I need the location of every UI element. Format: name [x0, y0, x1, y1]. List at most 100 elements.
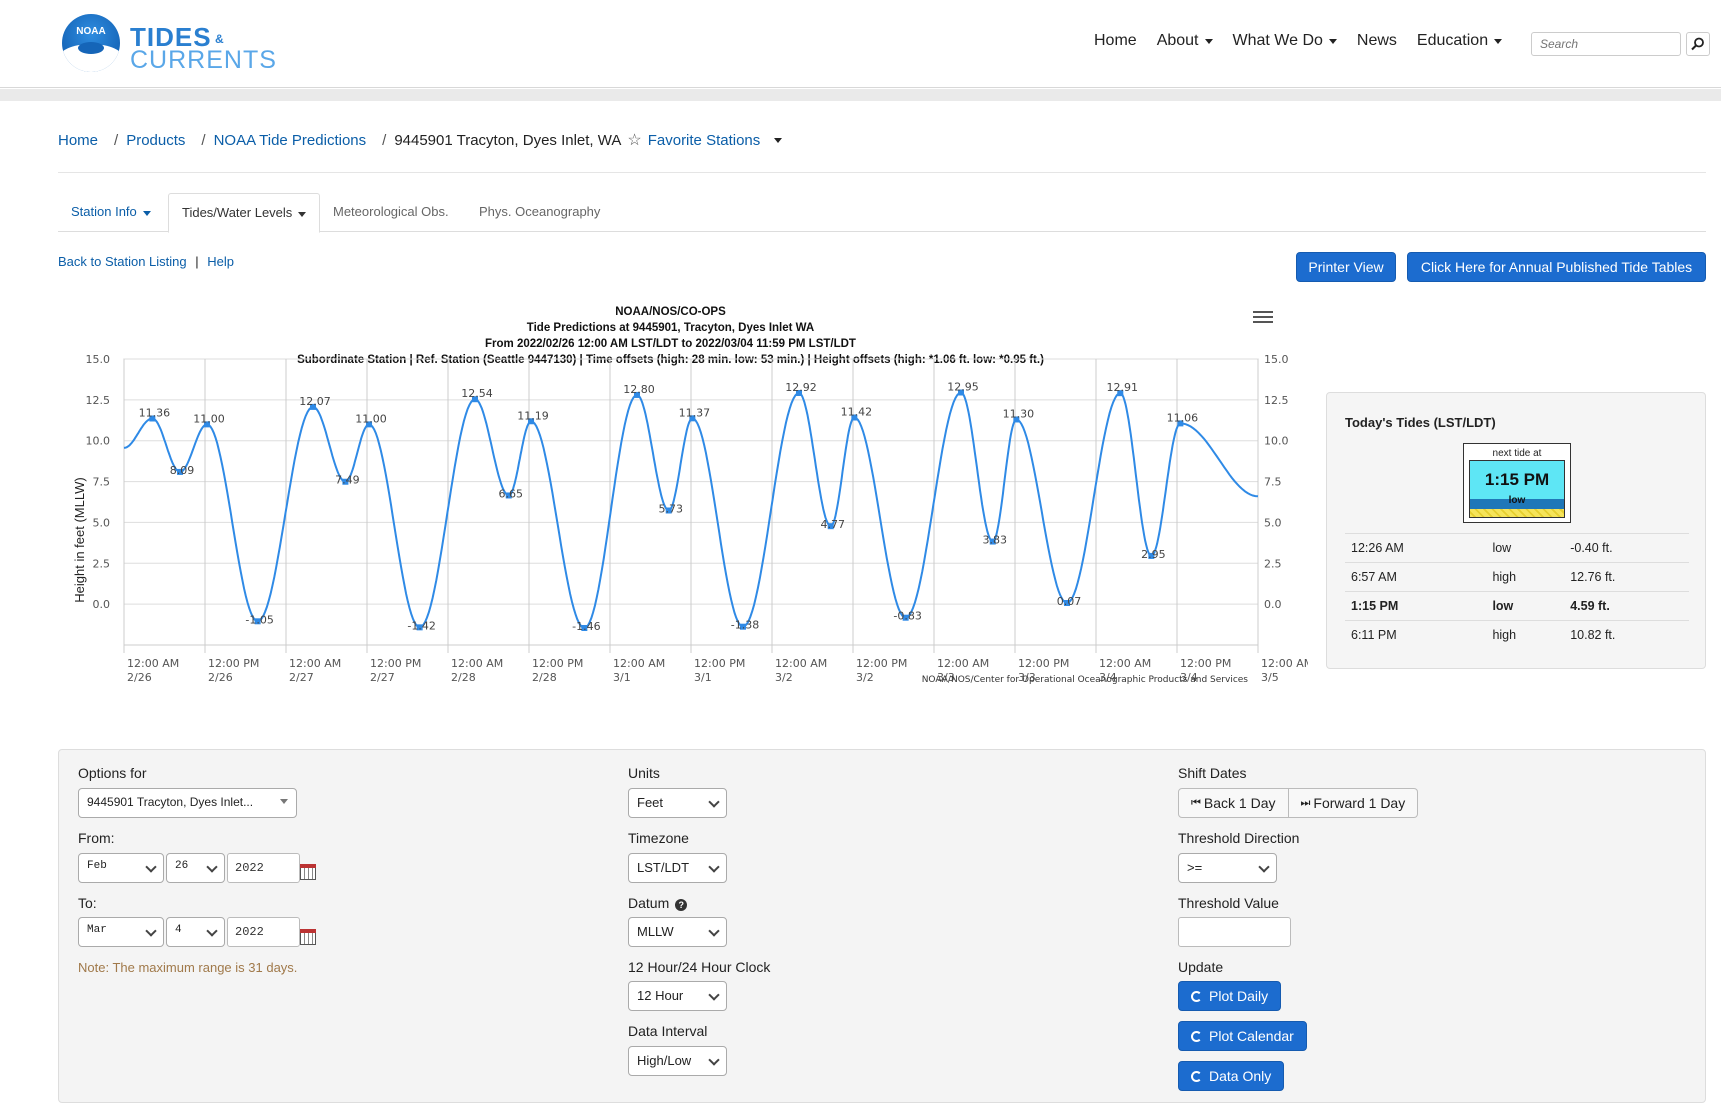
todays-tides-title: Today's Tides (LST/LDT): [1345, 415, 1496, 430]
from-year-input[interactable]: 2022: [227, 853, 300, 883]
x-tick-label-date: 3/1: [613, 671, 631, 684]
tide-row: 6:57 AM high 12.76 ft.: [1345, 562, 1689, 592]
from-month-select[interactable]: Feb: [78, 853, 164, 883]
chevron-down-icon: [280, 799, 288, 804]
noaa-logo-icon: NOAA: [62, 14, 120, 72]
printer-view-button[interactable]: Printer View: [1296, 252, 1396, 282]
y-tick-label: 7.5: [93, 476, 111, 489]
tides-currents-logo[interactable]: NOAA TIDES & CURRENTS: [60, 12, 330, 76]
breadcrumb-products[interactable]: Products: [126, 132, 185, 149]
to-day-select[interactable]: 4: [166, 917, 225, 947]
clock-label: 12 Hour/24 Hour Clock: [628, 959, 771, 975]
datum-select[interactable]: MLLW: [628, 917, 727, 947]
data-interval-label: Data Interval: [628, 1023, 708, 1039]
x-tick-label-time: 12:00 AM: [613, 657, 665, 670]
station-select[interactable]: 9445901 Tracyton, Dyes Inlet...: [78, 788, 297, 818]
chevron-down-icon: [1494, 38, 1503, 44]
breadcrumb-tide-predictions[interactable]: NOAA Tide Predictions: [214, 132, 367, 149]
max-range-note: Note: The maximum range is 31 days.: [78, 960, 298, 975]
nav-what-we-do[interactable]: What We Do: [1233, 32, 1337, 50]
data-point-label: 11.06: [1167, 411, 1199, 424]
calendar-icon[interactable]: [300, 929, 316, 945]
tab-station-info[interactable]: Station Info: [58, 193, 164, 232]
chevron-down-icon: [708, 796, 720, 808]
threshold-value-input[interactable]: [1178, 917, 1291, 947]
y-tick-label: 0.0: [93, 598, 111, 611]
data-point-label: 11.36: [139, 406, 171, 419]
nav-about[interactable]: About: [1157, 32, 1213, 50]
nav-home[interactable]: Home: [1094, 32, 1137, 50]
next-tide-label: next tide at: [1492, 448, 1542, 459]
data-point-label: 11.00: [355, 412, 387, 425]
help-icon[interactable]: ?: [675, 899, 688, 911]
search-input[interactable]: [1531, 32, 1681, 56]
annual-tide-tables-button[interactable]: Click Here for Annual Published Tide Tab…: [1407, 252, 1706, 282]
x-tick-label-time: 12:00 PM: [1180, 657, 1231, 670]
star-icon[interactable]: ☆: [627, 130, 641, 150]
data-point-label: 11.37: [679, 406, 711, 419]
data-interval-select[interactable]: High/Low: [628, 1046, 727, 1076]
x-tick-label-date: 3/1: [694, 671, 712, 684]
tab-tides-water-levels[interactable]: Tides/Water Levels: [168, 193, 321, 233]
to-year-input[interactable]: 2022: [227, 917, 300, 947]
breadcrumb-home[interactable]: Home: [58, 132, 98, 149]
breadcrumb-current-station: 9445901 Tracyton, Dyes Inlet, WA: [394, 131, 622, 149]
search-button[interactable]: [1686, 32, 1710, 56]
plot-calendar-button[interactable]: Plot Calendar: [1178, 1021, 1307, 1051]
breadcrumb-separator: /: [382, 131, 387, 149]
help-link[interactable]: Help: [207, 254, 234, 269]
timezone-select[interactable]: LST/LDT: [628, 853, 727, 883]
x-tick-label-time: 12:00 AM: [937, 657, 989, 670]
chevron-down-icon: [142, 211, 151, 216]
x-tick-label-time: 12:00 AM: [1099, 657, 1151, 670]
todays-tides-panel: Today's Tides (LST/LDT) next tide at 1:1…: [1326, 392, 1706, 669]
favorite-stations-dropdown[interactable]: Favorite Stations: [648, 132, 761, 149]
chevron-down-icon: [1204, 38, 1213, 44]
chevron-down-icon: [708, 1054, 720, 1066]
units-select[interactable]: Feet: [628, 788, 727, 818]
refresh-icon: [1191, 1030, 1202, 1042]
x-tick-label-date: 2/27: [370, 671, 395, 684]
sand-graphic: [1470, 509, 1564, 517]
back-1-day-button[interactable]: ⏮ Back 1 Day: [1178, 788, 1289, 818]
threshold-direction-select[interactable]: >=: [1178, 853, 1277, 883]
x-tick-label-time: 12:00 AM: [451, 657, 503, 670]
x-tick-label-time: 12:00 PM: [1018, 657, 1069, 670]
threshold-value-label: Threshold Value: [1178, 895, 1279, 911]
y-tick-label: 10.0: [86, 435, 111, 448]
y-tick-label-right: 0.0: [1264, 598, 1282, 611]
update-label: Update: [1178, 959, 1224, 975]
data-point-label: 11.19: [517, 409, 549, 422]
data-point-label: 11.42: [841, 406, 873, 419]
next-tide-state: low: [1508, 495, 1526, 506]
back-to-station-listing-link[interactable]: Back to Station Listing: [58, 254, 187, 269]
plot-daily-button[interactable]: Plot Daily: [1178, 981, 1282, 1011]
chart-plot-area: 15.0 12.5 10.0 7.5 5.0 2.5 0.0 15.0 12.5 10.0 7.5…: [72, 353, 1308, 685]
from-day-select[interactable]: 26: [166, 853, 225, 883]
y-axis-label: Height in feet (MLLW): [72, 477, 87, 602]
x-tick-label-time: 12:00 AM: [775, 657, 827, 670]
breadcrumb: Home / Products / NOAA Tide Predictions …: [58, 130, 783, 150]
data-point-label: 3.83: [982, 534, 1007, 547]
tab-meteorological-obs[interactable]: Meteorological Obs.: [320, 193, 462, 232]
x-tick-label-time: 12:00 AM: [289, 657, 341, 670]
to-month-select[interactable]: Mar: [78, 917, 164, 947]
clock-select[interactable]: 12 Hour: [628, 981, 727, 1011]
calendar-icon[interactable]: [300, 864, 316, 880]
data-point-label: 6.65: [499, 487, 524, 500]
data-only-button[interactable]: Data Only: [1178, 1061, 1285, 1091]
chevron-down-icon[interactable]: [774, 137, 783, 143]
tab-phys-oceanography[interactable]: Phys. Oceanography: [466, 193, 613, 232]
link-separator: |: [195, 254, 199, 269]
breadcrumb-separator: /: [114, 131, 119, 149]
next-tide-graphic: 1:15 PM low: [1469, 460, 1565, 518]
chevron-down-icon: [206, 861, 218, 873]
skip-forward-icon: ⏭: [1300, 796, 1311, 809]
forward-1-day-button[interactable]: ⏭ Forward 1 Day: [1288, 788, 1419, 818]
from-label: From:: [78, 830, 115, 846]
x-tick-label-time: 12:00 AM: [1261, 657, 1308, 670]
nav-education[interactable]: Education: [1417, 32, 1503, 50]
chevron-down-icon: [1258, 861, 1270, 873]
nav-news[interactable]: News: [1357, 32, 1397, 50]
skip-back-icon: ⏮: [1191, 796, 1201, 809]
